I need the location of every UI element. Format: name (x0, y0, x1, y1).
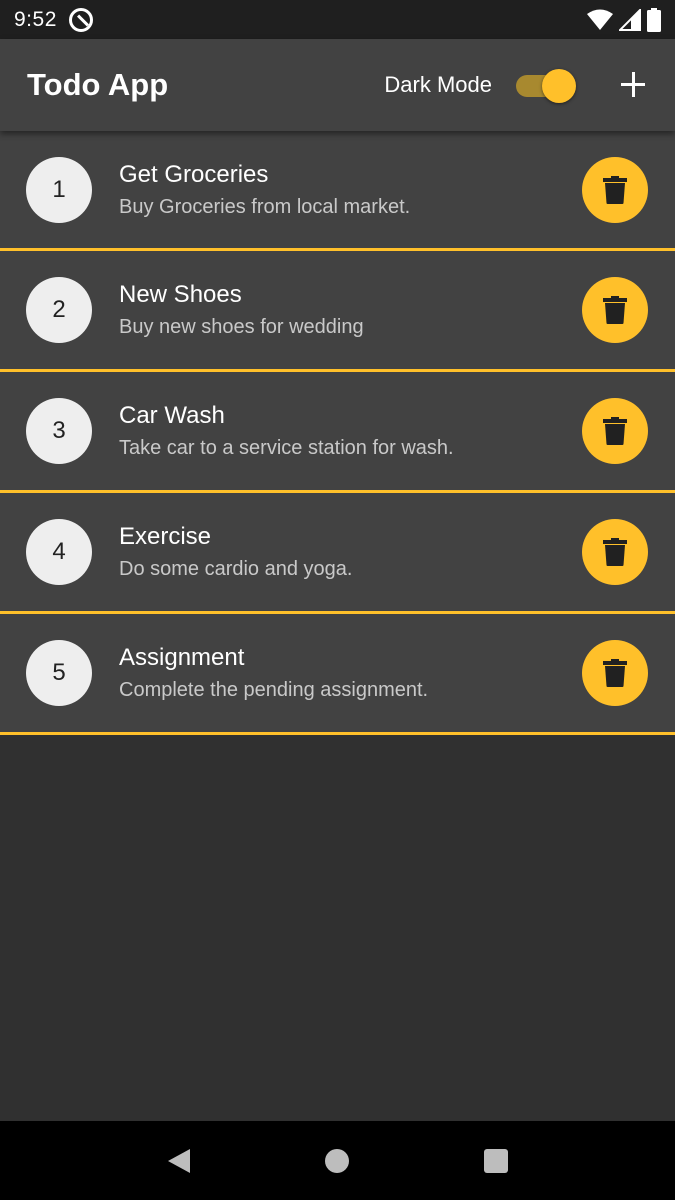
todo-item[interactable]: 5 Assignment Complete the pending assign… (0, 614, 675, 735)
todo-subtitle: Buy new shoes for wedding (119, 316, 364, 338)
dark-mode-label: Dark Mode (384, 72, 492, 97)
todo-subtitle: Take car to a service station for wash. (119, 437, 454, 459)
delete-button[interactable] (582, 277, 648, 343)
trash-icon (603, 538, 627, 566)
index-avatar: 5 (26, 640, 92, 706)
todo-subtitle: Complete the pending assignment. (119, 679, 429, 701)
index-avatar: 1 (26, 156, 92, 223)
todo-text: Get Groceries Buy Groceries from local m… (119, 160, 410, 220)
dark-mode-toggle[interactable] (514, 68, 576, 103)
delete-button[interactable] (582, 398, 648, 464)
todo-title: Exercise (119, 523, 212, 550)
battery-icon (647, 7, 661, 32)
trash-icon (603, 175, 627, 204)
system-nav-bar (0, 1121, 675, 1200)
todo-text: Exercise Do some cardio and yoga. (119, 522, 352, 582)
app-bar: Todo App Dark Mode (0, 39, 675, 131)
home-icon[interactable] (324, 1148, 349, 1173)
index-avatar: 3 (26, 398, 92, 464)
trash-icon (603, 417, 627, 445)
recents-icon[interactable] (483, 1148, 508, 1173)
trash-icon (603, 296, 627, 324)
todo-title: Assignment (119, 644, 245, 671)
status-bar: 9:52 (0, 0, 675, 39)
todo-item[interactable]: 1 Get Groceries Buy Groceries from local… (0, 131, 675, 251)
todo-title: Car Wash (119, 402, 225, 429)
todo-subtitle: Buy Groceries from local market. (119, 195, 411, 218)
screen: 9:52 Todo App Dark Mode 1 Get Groceries … (0, 0, 675, 1200)
delete-button[interactable] (582, 519, 648, 585)
status-icons (587, 7, 661, 32)
todo-title: New Shoes (119, 281, 242, 308)
cell-signal-icon (619, 8, 641, 31)
index-avatar: 4 (26, 519, 92, 585)
todo-text: New Shoes Buy new shoes for wedding (119, 280, 364, 340)
todo-list: 1 Get Groceries Buy Groceries from local… (0, 131, 675, 735)
plus-icon[interactable] (618, 70, 648, 100)
trash-icon (603, 659, 627, 687)
wifi-icon (587, 9, 613, 30)
todo-item[interactable]: 4 Exercise Do some cardio and yoga. (0, 493, 675, 614)
delete-button[interactable] (582, 640, 648, 706)
toggle-thumb (542, 69, 576, 103)
delete-button[interactable] (582, 156, 648, 223)
todo-subtitle: Do some cardio and yoga. (119, 558, 353, 580)
todo-item[interactable]: 3 Car Wash Take car to a service station… (0, 372, 675, 493)
todo-text: Assignment Complete the pending assignme… (119, 643, 428, 703)
todo-item[interactable]: 2 New Shoes Buy new shoes for wedding (0, 251, 675, 372)
todo-title: Get Groceries (119, 160, 269, 188)
app-title: Todo App (27, 67, 169, 102)
back-icon[interactable] (167, 1148, 190, 1173)
todo-text: Car Wash Take car to a service station f… (119, 401, 454, 461)
status-time: 9:52 (14, 7, 57, 31)
index-avatar: 2 (26, 277, 92, 343)
app-notification-icon (68, 7, 93, 32)
